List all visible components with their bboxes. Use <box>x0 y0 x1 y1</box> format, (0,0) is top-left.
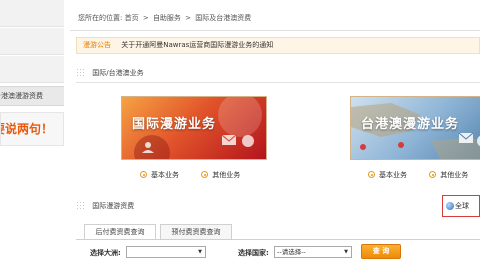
global-label: 全球 <box>455 202 469 210</box>
banner-hk-macau-tw-roaming[interactable]: 台港澳漫游业务 <box>350 96 480 160</box>
link-label: 其他业务 <box>212 171 241 179</box>
section-header-international: 国际/台港澳业务 <box>76 66 480 83</box>
sidebar-item-hk-macau-tw-roaming[interactable]: 台港澳漫游资费 <box>0 86 64 106</box>
divider <box>76 239 480 240</box>
notice-bar: 漫游公告 关于开通阿曼Nawras运营商国际漫游业务的通知 <box>76 37 480 54</box>
section-header-rates: 国际漫游资费 <box>76 199 436 213</box>
tab-label: 后付费资费查询 <box>95 228 145 236</box>
sidebar-block <box>0 56 64 83</box>
section-title: 国际/台港澳业务 <box>92 69 144 77</box>
tab-prepaid-rates[interactable]: 预付费资费查询 <box>160 224 232 240</box>
bullet-icon <box>368 171 375 178</box>
link-label: 基本业务 <box>151 171 179 179</box>
section-title: 国际漫游资费 <box>92 202 135 210</box>
link-other-service[interactable]: 其他业务 <box>429 170 468 180</box>
chevron-down-icon: ▼ <box>198 249 202 255</box>
breadcrumb-prefix: 您所在的位置: <box>78 14 123 22</box>
banner-title: 台港澳漫游业务 <box>361 117 460 132</box>
sidebar-block <box>0 0 64 27</box>
country-select[interactable]: --请选择-- ▼ <box>274 246 352 258</box>
notice-link[interactable]: 关于开通阿曼Nawras运营商国际漫游业务的通知 <box>121 41 273 49</box>
sidebar-promo[interactable]: 要说两句！ <box>0 112 64 146</box>
bullet-icon <box>429 171 437 178</box>
page: 台港澳漫游资费 要说两句！ 您所在的位置: 首页 > 自助服务 > 国际及台港澳… <box>0 0 480 270</box>
country-select-value: --请选择-- <box>277 248 306 256</box>
sidebar-promo-text: 要说两句！ <box>1 122 54 136</box>
chevron-down-icon: ▼ <box>344 249 348 255</box>
breadcrumb-separator: > <box>185 14 192 22</box>
breadcrumb-separator: > <box>142 14 149 22</box>
globe-icon <box>446 202 454 210</box>
divider <box>70 30 480 31</box>
global-rates-link[interactable]: 全球 <box>442 195 480 217</box>
main-content: 您所在的位置: 首页 > 自助服务 > 国际及台港澳资费 漫游公告 关于开通阿曼… <box>70 0 480 270</box>
notice-tag: 漫游公告 <box>83 41 111 49</box>
banner-international-roaming[interactable]: 国际漫游业务 <box>121 96 267 160</box>
sidebar-item-label: 台港澳漫游资费 <box>0 92 43 100</box>
tab-postpaid-rates[interactable]: 后付费资费查询 <box>84 224 156 240</box>
dots-icon <box>76 68 86 76</box>
banner-links-international: 基本业务 其他业务 <box>140 170 260 180</box>
continent-select[interactable]: ▼ <box>126 246 206 258</box>
breadcrumb-link-self-service[interactable]: 自助服务 <box>153 14 181 22</box>
tab-label: 预付费资费查询 <box>171 228 221 236</box>
divider <box>76 82 480 83</box>
banner-links-hk-macau-tw: 基本业务 其他业务 <box>368 170 480 180</box>
link-basic-service[interactable]: 基本业务 <box>140 170 179 180</box>
bullet-icon <box>201 171 209 178</box>
query-button[interactable]: 查 询 <box>361 244 401 259</box>
breadcrumb-link-home[interactable]: 首页 <box>125 14 139 22</box>
link-basic-service[interactable]: 基本业务 <box>368 170 407 180</box>
link-label: 其他业务 <box>440 171 469 179</box>
sidebar-block <box>0 28 64 55</box>
query-button-label: 查 询 <box>372 247 390 255</box>
bullet-icon <box>140 171 147 178</box>
link-label: 基本业务 <box>379 171 407 179</box>
dots-icon <box>76 201 86 209</box>
breadcrumb: 您所在的位置: 首页 > 自助服务 > 国际及台港澳资费 <box>78 13 251 23</box>
sidebar: 台港澳漫游资费 要说两句！ <box>0 0 64 270</box>
country-label: 选择国家: <box>238 249 269 257</box>
breadcrumb-current: 国际及台港澳资费 <box>195 14 252 22</box>
link-other-service[interactable]: 其他业务 <box>201 170 240 180</box>
continent-label: 选择大洲: <box>90 249 121 257</box>
banner-title: 国际漫游业务 <box>132 117 217 132</box>
